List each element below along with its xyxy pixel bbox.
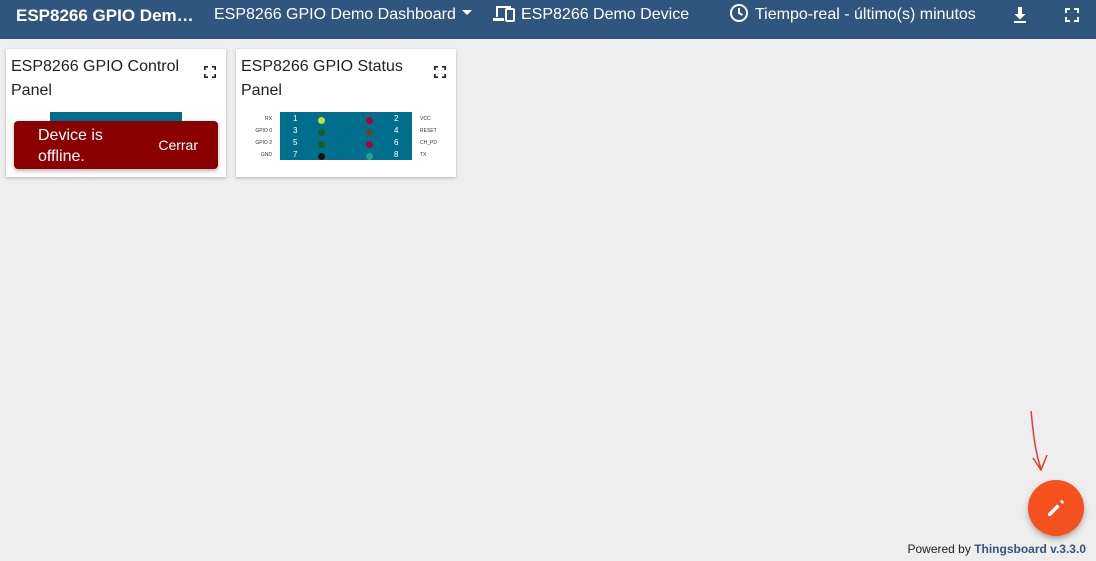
edit-dashboard-button[interactable]	[1028, 480, 1084, 536]
pin-number: 8	[394, 150, 399, 159]
gpio-status-widget: ESP8266 GPIO Status Panel RX GPIO 0 GPIO…	[236, 49, 456, 177]
pin-label: CH_PD	[420, 140, 437, 146]
pin-label: GPIO 0	[255, 128, 272, 134]
pin-number: 3	[293, 126, 298, 135]
dashboard-title: ESP8266 GPIO Demo Dashboard	[16, 6, 196, 25]
pin-label: RESET	[420, 128, 437, 134]
gpio-board	[280, 112, 412, 160]
pin-label: RX	[265, 116, 272, 122]
download-icon[interactable]	[1010, 5, 1030, 25]
timewindow-label: Tiempo-real - último(s) minutos	[755, 6, 976, 24]
timewindow-button[interactable]: Tiempo-real - último(s) minutos	[729, 4, 976, 25]
dashboard-toolbar: ESP8266 GPIO Demo Dashboard ESP8266 GPIO…	[0, 0, 1096, 39]
pencil-icon	[1048, 500, 1064, 516]
dashboard-select-label: ESP8266 GPIO Demo Dashboard	[214, 6, 456, 23]
annotation-arrow-icon	[1030, 410, 1048, 472]
pin-number: 2	[394, 114, 399, 123]
pin-led	[366, 141, 373, 148]
devices-icon	[493, 5, 515, 22]
pin-number: 1	[293, 114, 298, 123]
expand-icon[interactable]	[203, 65, 217, 79]
pin-number: 7	[293, 150, 298, 159]
pin-led	[366, 117, 373, 124]
footer: Powered by Thingsboard v.3.3.0	[907, 542, 1086, 556]
footer-prefix: Powered by	[907, 542, 971, 556]
pin-number: 4	[394, 126, 399, 135]
pin-number: 5	[293, 138, 298, 147]
toast-close-button[interactable]: Cerrar	[158, 137, 198, 153]
toast-message: Device is offline.	[38, 127, 103, 165]
pin-led	[318, 141, 325, 148]
pin-led	[318, 129, 325, 136]
pin-label: TX	[420, 152, 427, 158]
pin-label: VCC	[420, 116, 431, 122]
widget-title: ESP8266 GPIO Status Panel	[241, 58, 403, 99]
chevron-down-icon	[461, 10, 472, 16]
expand-icon[interactable]	[433, 65, 447, 79]
pin-label: GND	[260, 152, 272, 158]
thingsboard-link[interactable]: Thingsboard v.3.3.0	[974, 542, 1086, 556]
device-label: ESP8266 Demo Device	[521, 6, 690, 23]
pin-led	[318, 153, 325, 160]
dashboard-select[interactable]: ESP8266 GPIO Demo Dashboard	[214, 6, 472, 24]
pin-led	[318, 117, 325, 124]
clock-icon	[730, 4, 748, 22]
widget-title: ESP8266 GPIO Control Panel	[11, 58, 180, 99]
pin-led	[366, 129, 373, 136]
fullscreen-icon[interactable]	[1063, 6, 1081, 24]
pin-label: GPIO 2	[255, 140, 272, 146]
offline-toast: Device is offline. Cerrar	[14, 121, 218, 169]
pin-number: 6	[394, 138, 399, 147]
pin-led	[366, 153, 373, 160]
entity-alias-select[interactable]: ESP8266 Demo Device	[493, 5, 689, 25]
